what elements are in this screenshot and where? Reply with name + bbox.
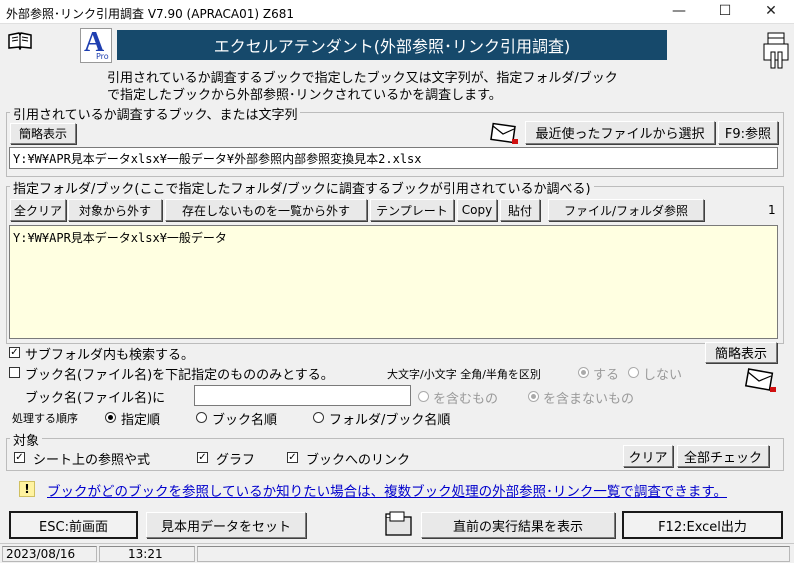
esc-back-button[interactable]: ESC:前画面 bbox=[9, 511, 138, 539]
description-line2: で指定したブックから外部参照･リンクされているかを調査します。 bbox=[107, 88, 502, 103]
case-yes-label: する bbox=[593, 368, 620, 383]
recent-files-button[interactable]: 最近使ったファイルから選択 bbox=[525, 121, 715, 144]
logo-sub: Pro bbox=[96, 52, 109, 61]
status-time: 13:21 bbox=[99, 546, 195, 562]
target-legend: 引用されているか調査するブック、または文字列 bbox=[10, 104, 301, 123]
exclude-radio[interactable] bbox=[528, 391, 539, 402]
maximize-button[interactable]: ☐ bbox=[702, 0, 748, 24]
simple-view-button-top[interactable]: 簡略表示 bbox=[10, 123, 76, 144]
book-icon[interactable] bbox=[8, 32, 32, 51]
folder-count: 1 bbox=[768, 203, 776, 217]
excel-output-button[interactable]: F12:Excel出力 bbox=[622, 511, 783, 539]
list-item[interactable]: Y:¥W¥APR見本データxlsx¥一般データ bbox=[13, 229, 227, 246]
graph-checkbox[interactable]: ✓ bbox=[197, 452, 208, 463]
folder-legend: 指定フォルダ/ブック(ここで指定したフォルダ/ブックに調査するブックが引用されて… bbox=[10, 178, 594, 197]
filter-by-name-checkbox[interactable] bbox=[9, 367, 20, 378]
info-icon: ! bbox=[19, 481, 35, 497]
case-yes-radio[interactable] bbox=[578, 367, 589, 378]
graph-label: グラフ bbox=[216, 453, 256, 468]
targets-legend: 対象 bbox=[10, 430, 43, 449]
sheet-refs-label: シート上の参照や式 bbox=[33, 453, 151, 468]
remove-target-button[interactable]: 対象から外す bbox=[68, 199, 162, 221]
info-link[interactable]: ブックがどのブックを参照しているか知りたい場合は、複数ブック処理の外部参照･リン… bbox=[47, 480, 727, 500]
order-book-name-radio[interactable] bbox=[196, 412, 207, 423]
exclude-label: を含まないもの bbox=[543, 392, 635, 407]
file-folder-browse-button[interactable]: ファイル/フォルダ参照 bbox=[548, 199, 704, 221]
app-logo-icon: A Pro bbox=[80, 27, 112, 63]
order-book-name-label: ブック名順 bbox=[212, 413, 278, 428]
include-label: を含むもの bbox=[433, 392, 499, 407]
sample-data-button[interactable]: 見本用データをセット bbox=[146, 512, 306, 538]
app-banner: エクセルアテンダント(外部参照･リンク引用調査) bbox=[117, 30, 667, 60]
book-links-label: ブックへのリンク bbox=[306, 453, 411, 468]
order-folder-book-radio[interactable] bbox=[313, 412, 324, 423]
book-name-label: ブック名(ファイル名)に bbox=[25, 391, 166, 406]
search-subfolders-checkbox[interactable]: ✓ bbox=[9, 347, 20, 358]
targets-clear-button[interactable]: クリア bbox=[623, 445, 673, 467]
status-message bbox=[197, 546, 790, 562]
case-no-radio[interactable] bbox=[628, 367, 639, 378]
printer-icon[interactable] bbox=[762, 30, 790, 70]
folder-list[interactable]: Y:¥W¥APR見本データxlsx¥一般データ bbox=[9, 225, 778, 339]
window-title: 外部参照･リンク引用調査 V7.90 (APRACA01) Z681 bbox=[6, 7, 295, 21]
envelope-icon-2[interactable] bbox=[744, 366, 778, 394]
paste-button[interactable]: 貼付 bbox=[500, 199, 540, 221]
show-last-results-button[interactable]: 直前の実行結果を表示 bbox=[421, 512, 615, 538]
order-specified-radio[interactable] bbox=[105, 412, 116, 423]
include-radio[interactable] bbox=[418, 391, 429, 402]
title-bar: 外部参照･リンク引用調査 V7.90 (APRACA01) Z681 — ☐ ✕ bbox=[0, 0, 794, 24]
remove-missing-button[interactable]: 存在しないものを一覧から外す bbox=[165, 199, 367, 221]
target-path-input[interactable]: Y:¥W¥APR見本データxlsx¥一般データ¥外部参照内部参照変換見本2.xl… bbox=[9, 147, 778, 169]
case-sensitivity-label: 大文字/小文字 全角/半角を区別 bbox=[387, 368, 541, 381]
folder-icon bbox=[383, 510, 415, 538]
case-no-label: しない bbox=[643, 368, 683, 383]
book-links-checkbox[interactable]: ✓ bbox=[287, 452, 298, 463]
close-button[interactable]: ✕ bbox=[748, 0, 794, 24]
browse-button[interactable]: F9:参照 bbox=[718, 121, 778, 144]
search-subfolders-label: サブフォルダ内も検索する。 bbox=[25, 348, 195, 363]
simple-view-button[interactable]: 簡略表示 bbox=[705, 342, 777, 363]
envelope-icon[interactable] bbox=[490, 120, 520, 146]
order-folder-book-label: フォルダ/ブック名順 bbox=[329, 413, 451, 428]
minimize-button[interactable]: — bbox=[656, 0, 702, 24]
status-date: 2023/08/16 bbox=[2, 546, 97, 562]
copy-button[interactable]: Copy bbox=[457, 199, 497, 221]
order-label: 処理する順序 bbox=[12, 412, 78, 425]
book-name-input[interactable] bbox=[194, 385, 411, 406]
check-all-button[interactable]: 全部チェック bbox=[677, 445, 769, 467]
template-button[interactable]: テンプレート bbox=[370, 199, 454, 221]
order-specified-label: 指定順 bbox=[121, 413, 161, 428]
status-bar: 2023/08/16 13:21 bbox=[0, 543, 794, 563]
clear-all-button[interactable]: 全クリア bbox=[10, 199, 66, 221]
filter-by-name-label: ブック名(ファイル名)を下記指定のもののみとする。 bbox=[25, 368, 334, 383]
sheet-refs-checkbox[interactable]: ✓ bbox=[14, 452, 25, 463]
